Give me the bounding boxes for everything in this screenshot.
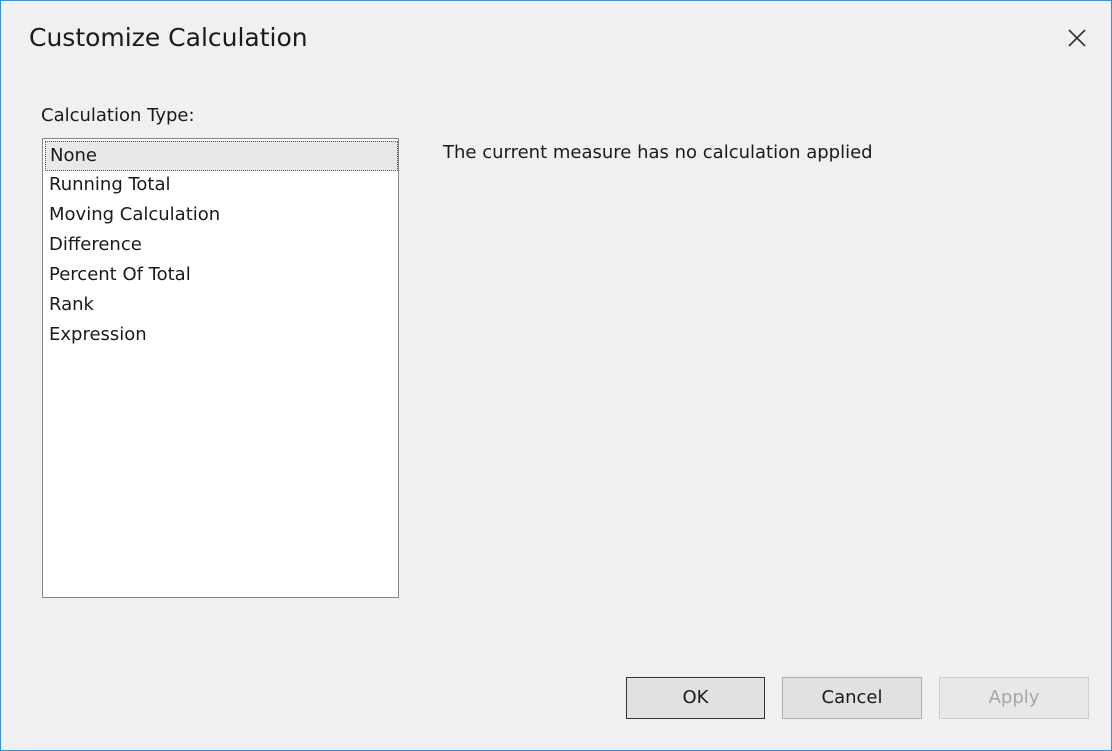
cancel-button[interactable]: Cancel [782, 677, 922, 719]
list-item-percent-of-total[interactable]: Percent Of Total [45, 261, 398, 291]
close-icon [1068, 29, 1086, 47]
list-item-running-total[interactable]: Running Total [45, 171, 398, 201]
calculation-type-listbox[interactable]: None Running Total Moving Calculation Di… [42, 138, 399, 598]
ok-button[interactable]: OK [626, 677, 765, 719]
close-button[interactable] [1062, 23, 1092, 53]
list-item-moving-calculation[interactable]: Moving Calculation [45, 201, 398, 231]
list-item-difference[interactable]: Difference [45, 231, 398, 261]
calculation-description: The current measure has no calculation a… [443, 142, 873, 163]
calculation-type-label: Calculation Type: [41, 105, 195, 126]
dialog-title: Customize Calculation [29, 23, 308, 52]
list-item-rank[interactable]: Rank [45, 291, 398, 321]
customize-calculation-dialog: Customize Calculation Calculation Type: … [0, 0, 1112, 751]
list-item-none[interactable]: None [45, 141, 398, 171]
apply-button[interactable]: Apply [939, 677, 1089, 719]
list-item-expression[interactable]: Expression [45, 321, 398, 351]
